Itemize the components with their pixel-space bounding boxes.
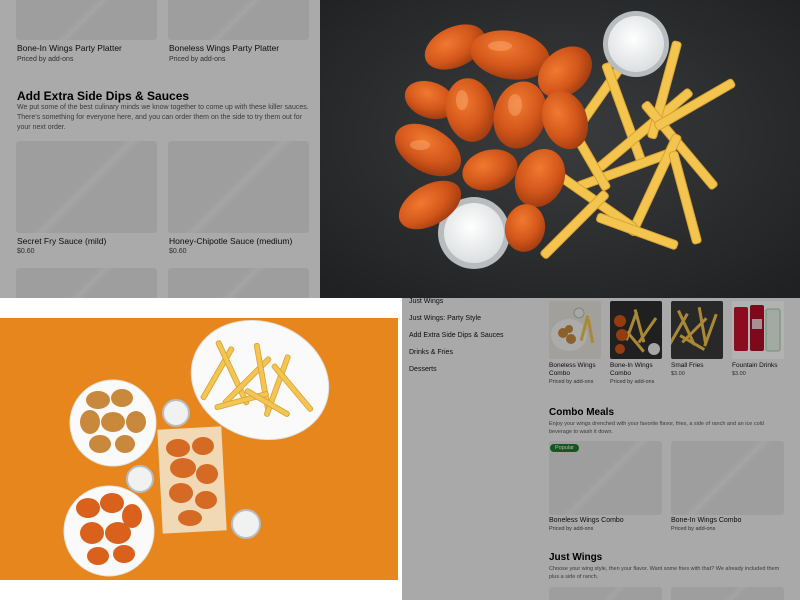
ranch-cup-top [603, 11, 669, 77]
menu-item-image-placeholder[interactable] [16, 268, 157, 298]
menu-item-image-placeholder[interactable] [549, 587, 662, 600]
menu-item-price: Priced by add-ons [610, 379, 655, 385]
orange-backdrop-photo-panel [0, 298, 402, 600]
section-description: Enjoy your wings drenched with your favo… [549, 421, 764, 435]
wings-fries-illustration [320, 0, 800, 298]
menu-item-name[interactable]: Boneless Wings Combo [549, 517, 624, 524]
sidebar-item-dips-sauces[interactable]: Add Extra Side Dips & Sauces [409, 332, 504, 339]
menu-item-price: Priced by add-ons [549, 526, 594, 532]
orange-backdrop-photo [0, 318, 398, 580]
menu-item-name[interactable]: Boneless Wings Party Platter [169, 43, 279, 53]
menu-item-price: Priced by add-ons [169, 56, 226, 63]
menu-panel-bottom: Just Wings Just Wings: Party Style Add E… [402, 298, 800, 600]
menu-item-image[interactable] [671, 301, 723, 359]
menu-item-image-placeholder[interactable] [16, 0, 157, 40]
boneless-wings-tray [157, 426, 227, 534]
platter-illustration [0, 318, 398, 580]
section-title: Add Extra Side Dips & Sauces [17, 89, 190, 103]
menu-item-name[interactable]: Honey-Chipotle Sauce (medium) [169, 236, 292, 246]
section-description: Choose your wing style, then your flavor… [549, 566, 780, 580]
menu-item-name[interactable]: Secret Fry Sauce (mild) [17, 236, 106, 246]
menu-item-name[interactable]: Bone-In Wings Combo [671, 517, 741, 524]
menu-item-price: $3.00 [732, 371, 746, 377]
menu-item-name[interactable]: Small Fries [671, 362, 726, 370]
sidebar-item-drinks-fries[interactable]: Drinks & Fries [409, 349, 453, 356]
menu-item-price: $0.60 [169, 248, 187, 255]
menu-item-name[interactable]: Bone-In Wings Combo [610, 362, 665, 378]
menu-item-image-placeholder[interactable] [168, 141, 309, 233]
menu-item-price: Priced by add-ons [17, 56, 74, 63]
menu-item-image[interactable] [732, 301, 784, 359]
menu-item-image[interactable] [610, 301, 662, 359]
menu-item-image-placeholder[interactable] [16, 141, 157, 233]
menu-item-name[interactable]: Fountain Drinks [732, 362, 794, 370]
wings-fries-photo [320, 0, 800, 298]
menu-item-price: Priced by add-ons [549, 379, 594, 385]
screenshot-collage: Bone-In Wings Party Platter Priced by ad… [0, 0, 800, 600]
menu-item-image-placeholder[interactable] [168, 0, 309, 40]
menu-item-price: $3.00 [671, 371, 685, 377]
menu-item-image-placeholder[interactable] [671, 587, 784, 600]
menu-item-image[interactable] [549, 301, 601, 359]
menu-item-price: Priced by add-ons [671, 526, 716, 532]
menu-item-price: $0.60 [17, 248, 35, 255]
sidebar-item-party-style[interactable]: Just Wings: Party Style [409, 315, 481, 322]
menu-item-image-placeholder[interactable] [168, 268, 309, 298]
menu-item-name[interactable]: Boneless Wings Combo [549, 362, 604, 378]
section-title: Just Wings [549, 552, 603, 563]
sidebar-item-desserts[interactable]: Desserts [409, 366, 437, 373]
section-description: We put some of the best culinary minds w… [17, 104, 309, 131]
menu-item-name[interactable]: Bone-In Wings Party Platter [17, 43, 122, 53]
menu-item-image-placeholder[interactable] [671, 441, 784, 515]
section-title: Combo Meals [549, 407, 615, 418]
wings-plate-bottom [63, 485, 155, 577]
menu-panel-top: Bone-In Wings Party Platter Priced by ad… [0, 0, 320, 298]
menu-item-image-placeholder[interactable] [549, 441, 662, 515]
wings-plate-top [69, 379, 157, 467]
sidebar-item-just-wings[interactable]: Just Wings [409, 298, 443, 305]
popular-badge: Popular [550, 444, 579, 452]
